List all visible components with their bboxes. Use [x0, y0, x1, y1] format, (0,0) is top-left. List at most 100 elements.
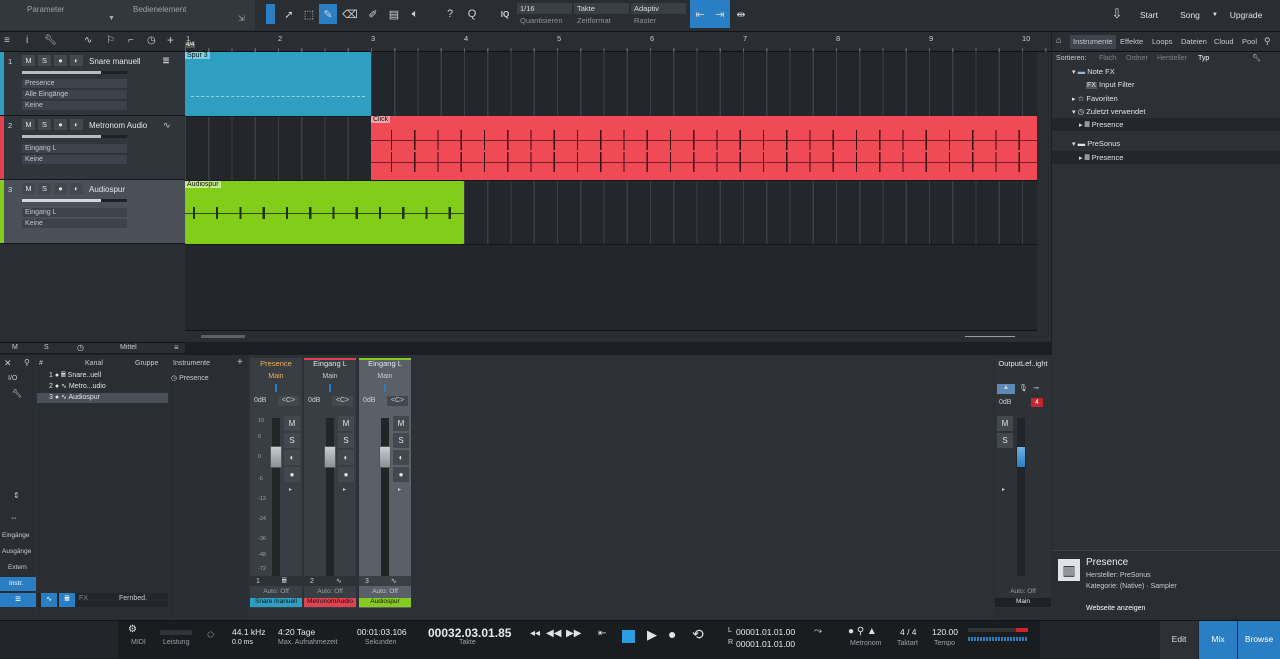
track-instrument-slot[interactable]: Presence	[22, 79, 127, 88]
automation-icon[interactable]: ∿	[84, 35, 92, 46]
mix-view-button[interactable]: Mix	[1199, 621, 1237, 659]
mute-button[interactable]: M	[284, 416, 300, 431]
master-name[interactable]: OutputLef..ight	[995, 358, 1051, 370]
track-output-slot[interactable]: Keine	[22, 155, 127, 164]
clip-indicator[interactable]: 4	[1031, 398, 1043, 407]
eraser-tool-icon[interactable]: ⌫	[341, 4, 359, 24]
mute-button[interactable]: M	[997, 416, 1013, 431]
sort-folder[interactable]: Ordner	[1126, 52, 1148, 65]
master-fader-track[interactable]	[1017, 418, 1025, 576]
monitor-button[interactable]: ◐	[70, 183, 83, 194]
sort-flat[interactable]: Flach	[1099, 52, 1116, 65]
outputs-button[interactable]: Ausgänge	[2, 548, 31, 555]
instr-button[interactable]: Instr.	[0, 577, 36, 591]
record-button[interactable]: ●	[338, 467, 354, 482]
channel-strip[interactable]: Eingang L Main 0dB <C> M S ◐ ● ▸ 3 ∿ Auto…	[359, 358, 411, 608]
channel-list-item[interactable]: 1 ● 𝄜 Snare..uell	[37, 371, 168, 381]
clip-click[interactable]: Click	[371, 116, 1037, 180]
arrange-view[interactable]: Spur 3 Click Audiospur	[185, 52, 1051, 342]
pan-readout[interactable]: <C>	[278, 396, 299, 406]
browser-item[interactable]: FX Input Filter	[1052, 78, 1280, 91]
arrow-tool-icon[interactable]: ➚	[280, 4, 298, 24]
fader-track[interactable]	[272, 418, 280, 576]
remote-tab[interactable]: Fernbed.	[119, 595, 147, 602]
marker-icon[interactable]: ⌐	[128, 35, 134, 46]
bedienelement-label[interactable]: Bedienelement	[133, 5, 186, 14]
clock-icon[interactable]: ◷	[77, 343, 84, 352]
pencil-tool-icon[interactable]: ✎	[319, 4, 337, 24]
volume-readout[interactable]: 0dB	[254, 397, 266, 404]
solo-button[interactable]: S	[393, 433, 409, 448]
channel-list-item[interactable]: 2 ● ∿ Metro...udio	[37, 382, 168, 392]
global-mute-button[interactable]: M	[12, 344, 18, 351]
track-name[interactable]: Metronom Audio	[89, 121, 147, 130]
tab-instrumente[interactable]: Instrumente	[1070, 35, 1116, 49]
browser-item[interactable]: ▾ ▬ Note FX	[1052, 65, 1280, 78]
mic-icon[interactable]: 🎙︎	[1019, 384, 1028, 392]
mute-button[interactable]: M	[22, 55, 35, 66]
height-icon[interactable]: ⇕	[13, 491, 20, 500]
snap-left-icon[interactable]: ⇤	[690, 0, 710, 28]
mute-button[interactable]: M	[22, 119, 35, 130]
upgrade-button[interactable]: Upgrade	[1224, 0, 1268, 30]
track-name[interactable]: Snare manuell	[89, 57, 141, 66]
clip-audiospur[interactable]: Audiospur	[185, 181, 464, 244]
home-icon[interactable]: ⌂	[1056, 35, 1061, 45]
loop-icon[interactable]: ⟲	[692, 626, 704, 643]
track-row[interactable]: 1 M S ● ◐ Snare manuell 𝄜 Presence Alle …	[0, 52, 185, 116]
performance-meter[interactable]	[160, 630, 192, 635]
track-height-select[interactable]: Mittel	[120, 344, 137, 351]
play-button[interactable]: ▶	[647, 627, 657, 643]
record-button[interactable]: ●	[284, 467, 300, 482]
wrench-icon[interactable]: 🔧︎	[12, 389, 22, 398]
monitor-button[interactable]: ◐	[70, 119, 83, 130]
snap-right-icon[interactable]: ⇥	[710, 0, 730, 28]
expand-arrow-icon[interactable]: ▸	[289, 486, 292, 493]
monitor-button[interactable]: ◐	[393, 450, 409, 465]
solo-button[interactable]: S	[338, 433, 354, 448]
fader-track[interactable]	[326, 418, 334, 576]
mute-button[interactable]: M	[338, 416, 354, 431]
timeline-ruler[interactable]: 1 2 3 4 5 6 7 8 9 10 4/4	[185, 32, 1051, 52]
browser-item[interactable]: ▸ 𝄜 Presence	[1052, 118, 1280, 131]
pan-readout[interactable]: <C>	[332, 396, 353, 406]
track-output-slot[interactable]: Keine	[22, 219, 127, 228]
quantize-iq-button[interactable]: IQ	[496, 4, 514, 24]
mute-button[interactable]: M	[22, 183, 35, 194]
menu-icon[interactable]: ≡	[4, 35, 10, 46]
wrench-icon[interactable]: 🔧︎	[1252, 52, 1261, 65]
sort-maker[interactable]: Hersteller	[1157, 52, 1187, 65]
track-row[interactable]: 3 M S ● ◐ Audiospur Eingang L Keine	[0, 180, 185, 244]
midi-icon[interactable]: ⚙︎	[128, 624, 137, 635]
grid-select[interactable]: Adaptiv	[631, 3, 686, 14]
range-tool-icon[interactable]: ⬚	[300, 4, 318, 24]
extern-button[interactable]: Extern	[8, 564, 27, 571]
solo-button[interactable]: S	[997, 433, 1013, 448]
list-icon[interactable]: ≡	[174, 343, 179, 352]
record-arm-button[interactable]: ●	[54, 55, 67, 66]
browser-item[interactable]: ▸ 𝄜 Presence	[1052, 151, 1280, 164]
mono-icon[interactable]: ▲	[997, 384, 1015, 394]
quantize-select[interactable]: 1/16	[517, 3, 572, 14]
toggle-icon[interactable]: ⊸	[1033, 384, 1039, 392]
goto-end-icon[interactable]: ⇤	[598, 628, 606, 639]
pin-icon[interactable]: ⚲	[24, 358, 30, 367]
search-icon[interactable]: ⚲	[1264, 36, 1271, 47]
loop-start[interactable]: 00001.01.01.00	[736, 627, 795, 637]
help-icon[interactable]: ?	[441, 4, 459, 24]
song-button[interactable]: Song	[1170, 0, 1210, 30]
paint-tool-icon[interactable]: ✐	[364, 4, 382, 24]
automation-mode[interactable]: Auto: Off	[359, 588, 411, 597]
volume-slider[interactable]	[22, 199, 127, 202]
tab-loops[interactable]: Loops	[1152, 35, 1172, 49]
add-track-icon[interactable]: +	[167, 33, 174, 47]
fader-knob[interactable]	[379, 446, 391, 468]
track-input-slot[interactable]: Alle Eingänge	[22, 90, 127, 99]
wrench-icon[interactable]: 🔧︎	[44, 35, 57, 46]
pan-readout[interactable]: <C>	[387, 396, 408, 406]
strip-output[interactable]: Main	[304, 372, 356, 382]
global-solo-button[interactable]: S	[44, 344, 49, 351]
flag-icon[interactable]: ⚐	[106, 35, 115, 46]
track-row[interactable]: 2 M S ● ◐ Metronom Audio ∿ Eingang L Kei…	[0, 116, 185, 180]
add-instrument-icon[interactable]: +	[237, 357, 243, 368]
